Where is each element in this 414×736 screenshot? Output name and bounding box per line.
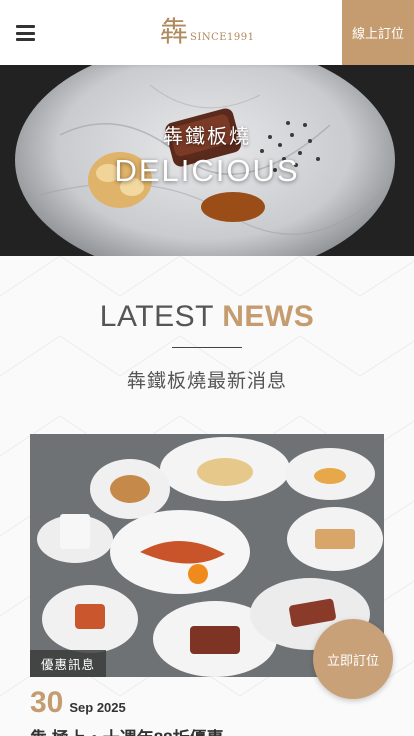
news-date-day: 30 (30, 686, 64, 719)
site-header: 犇 SINCE1991 線上訂位 (0, 0, 414, 65)
news-card-title[interactable]: 犇 極上・十週年88折優惠 (30, 724, 224, 736)
news-category-tag: 優惠訊息 (30, 650, 106, 677)
site-logo[interactable]: 犇 SINCE1991 (160, 14, 254, 50)
menu-icon[interactable] (16, 25, 35, 41)
logo-text: SINCE1991 (190, 31, 255, 43)
heading-divider (172, 347, 242, 348)
news-heading: LATEST NEWS (0, 300, 414, 334)
hero-banner: 犇鐵板燒 DELICIOUS (0, 65, 414, 256)
book-now-floating-button[interactable]: 立即訂位 (313, 619, 393, 699)
news-date-month-year: Sep 2025 (69, 700, 126, 715)
news-heading-bold: NEWS (222, 300, 315, 333)
hero-title: 犇鐵板燒 (163, 126, 251, 148)
hero-subtitle: DELICIOUS (114, 153, 300, 188)
logo-mark: 犇 (160, 15, 189, 48)
online-booking-button[interactable]: 線上訂位 (342, 0, 414, 65)
news-subheading: 犇鐵板燒最新消息 (126, 371, 287, 392)
news-heading-light: LATEST (99, 300, 223, 333)
news-date: 30 Sep 2025 (30, 686, 126, 720)
